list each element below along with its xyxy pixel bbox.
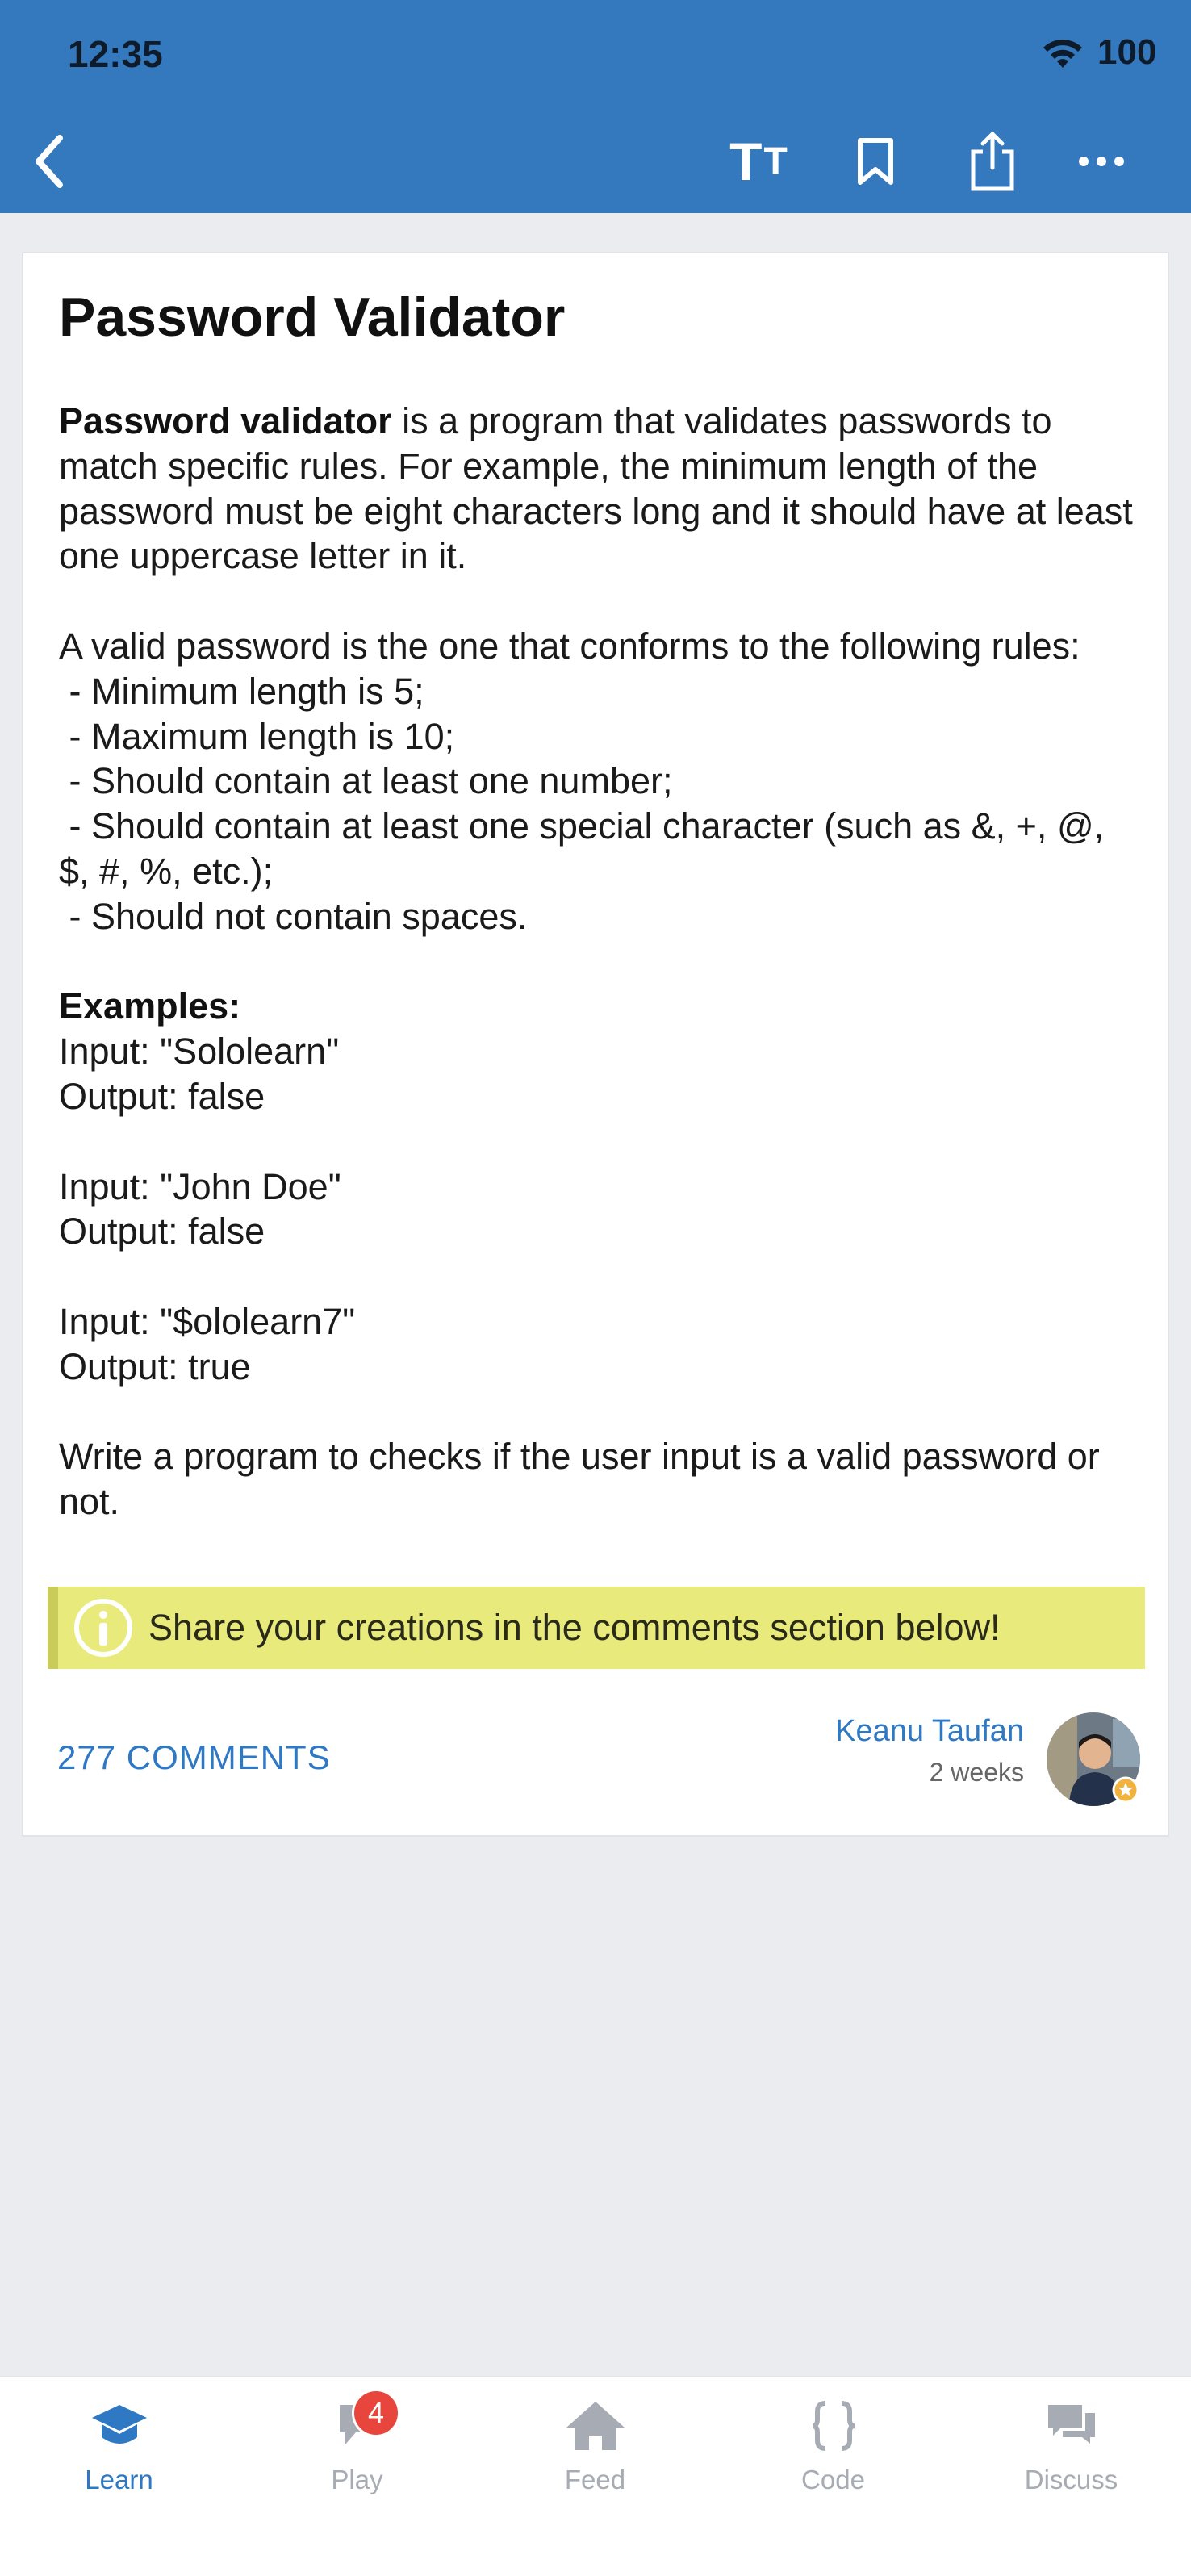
info-icon <box>74 1599 132 1657</box>
post-age: 2 weeks <box>929 1758 1024 1787</box>
rules-intro: A valid password is the one that conform… <box>59 625 1080 667</box>
example-input: Input: "John Doe" <box>59 1165 341 1207</box>
article-body: Password validator is a program that val… <box>59 399 1140 1524</box>
notification-badge: 4 <box>352 2389 400 2437</box>
bottom-tab-bar: Learn Play 4 Feed Code Discuss <box>0 2376 1191 2576</box>
tip-text: Share your creations in the comments sec… <box>148 1607 1001 1648</box>
more-dots-icon <box>1079 157 1124 166</box>
author-name[interactable]: Keanu Taufan <box>835 1714 1024 1749</box>
rule-item: - Minimum length is 5; <box>59 670 424 712</box>
graduation-cap-icon <box>87 2394 152 2458</box>
braces-icon <box>801 2394 866 2458</box>
battery-level: 100 <box>1097 32 1157 72</box>
tab-learn[interactable]: Learn <box>0 2377 238 2515</box>
tab-label: Code <box>801 2465 865 2494</box>
back-button[interactable] <box>16 121 81 202</box>
tab-code[interactable]: Code <box>714 2377 952 2515</box>
page-title: Password Validator <box>59 286 566 348</box>
avatar[interactable] <box>1045 1711 1142 1808</box>
home-icon <box>563 2394 628 2458</box>
rule-item: - Should contain at least one special ch… <box>59 805 1114 892</box>
tab-discuss[interactable]: Discuss <box>952 2377 1190 2515</box>
toolbar: TT <box>0 121 1191 202</box>
tip-banner: Share your creations in the comments sec… <box>48 1587 1145 1669</box>
example-output: Output: true <box>59 1345 251 1387</box>
rule-item: - Maximum length is 10; <box>59 715 455 757</box>
share-icon <box>971 132 1014 191</box>
font-size-icon-big: T <box>729 132 763 191</box>
task-paragraph: Write a program to checks if the user in… <box>59 1436 1100 1523</box>
tab-label: Feed <box>564 2465 626 2494</box>
intro-bold: Password validator <box>59 400 392 441</box>
more-options-button[interactable] <box>1065 121 1138 202</box>
chevron-left-icon <box>36 135 63 188</box>
tab-label: Play <box>331 2465 383 2494</box>
rule-item: - Should contain at least one number; <box>59 760 673 802</box>
wifi-icon <box>1043 40 1082 68</box>
comments-link[interactable]: 277 COMMENTS <box>57 1738 331 1777</box>
bookmark-button[interactable] <box>839 121 912 202</box>
example-input: Input: "$ololearn7" <box>59 1300 356 1342</box>
share-button[interactable] <box>952 121 1033 202</box>
tab-feed[interactable]: Feed <box>476 2377 714 2515</box>
example-output: Output: false <box>59 1075 265 1117</box>
chat-bubbles-icon <box>1039 2394 1104 2458</box>
examples-label: Examples: <box>59 985 241 1027</box>
examples-heading: Examples: <box>59 984 1140 1029</box>
bookmark-icon <box>858 138 893 185</box>
top-header: 12:35 100 TT <box>0 0 1191 213</box>
font-size-button[interactable]: TT <box>718 121 799 202</box>
intro-paragraph: Password validator is a program that val… <box>59 399 1140 579</box>
article-card: Password Validator Password validator is… <box>22 252 1169 1837</box>
font-size-icon-small: T <box>763 140 788 183</box>
tab-label: Discuss <box>1024 2465 1118 2494</box>
rule-item: - Should not contain spaces. <box>59 895 528 937</box>
example-input: Input: "Sololearn" <box>59 1031 340 1073</box>
status-bar: 12:35 100 <box>0 0 1191 105</box>
example-output: Output: false <box>59 1211 265 1252</box>
tab-label: Learn <box>85 2465 153 2494</box>
status-time: 12:35 <box>68 33 163 75</box>
